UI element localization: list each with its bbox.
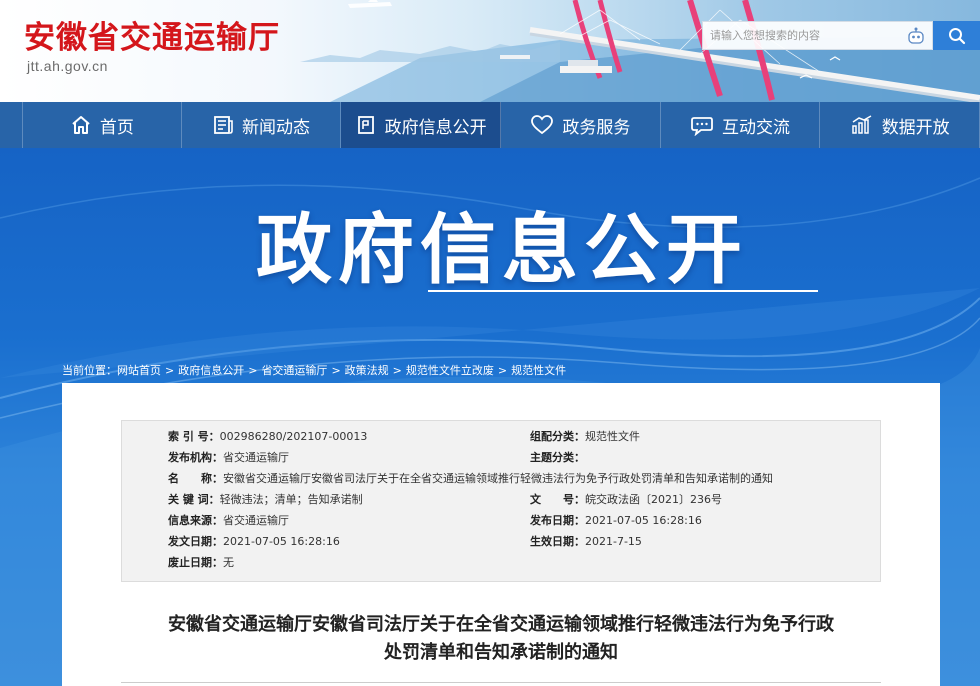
- meta-index: 索 引 号：002986280/202107-00013: [168, 428, 367, 444]
- meta-category: 组配分类：规范性文件: [530, 428, 640, 444]
- chart-icon: [851, 115, 872, 134]
- meta-label: 组配分类：: [530, 430, 585, 443]
- meta-label: 主题分类：: [530, 451, 585, 464]
- search-box: [702, 21, 933, 50]
- banner-title: 政府信息公开: [256, 205, 748, 294]
- nav-item-interaction[interactable]: 互动交流: [661, 102, 821, 148]
- breadcrumb-separator: >: [165, 364, 175, 377]
- nav-item-label: 首页: [99, 117, 134, 138]
- breadcrumb: 当前位置：网站首页 > 政府信息公开 > 省交通运输厅 > 政策法规 > 规范性文件立改废 > 规范…: [62, 362, 566, 378]
- site-title[interactable]: 安徽省交通运输厅: [24, 12, 280, 57]
- nav-item-home[interactable]: 首页: [22, 102, 182, 148]
- news-icon: [214, 116, 233, 134]
- nav-item-gov-info[interactable]: 政府信息公开: [341, 102, 502, 148]
- meta-label: 生效日期：: [530, 535, 585, 548]
- nav-item-news[interactable]: 新闻动态: [182, 102, 342, 148]
- meta-value: 规范性文件: [585, 430, 640, 443]
- meta-value: 002986280/202107-00013: [219, 430, 368, 443]
- meta-effective: 生效日期：2021-7-15: [530, 533, 642, 549]
- document-title-line: 安徽省交通运输厅安徽省司法厅关于在全省交通运输领域推行轻微违法行为免予行政: [168, 614, 834, 635]
- meta-value: 轻微违法；清单；告知承诺制: [219, 493, 363, 506]
- breadcrumb-prefix: 当前位置：: [62, 364, 117, 377]
- meta-issuedate: 发文日期：2021-07-05 16:28:16: [168, 533, 340, 549]
- breadcrumb-item-gov-info[interactable]: 政府信息公开: [178, 364, 244, 377]
- nav-item-label: 政务服务: [562, 117, 631, 138]
- meta-topic: 主题分类：: [530, 449, 585, 465]
- nav-item-label: 新闻动态: [242, 117, 310, 138]
- breadcrumb-separator: >: [392, 364, 402, 377]
- meta-label: 发文日期：: [168, 535, 223, 548]
- meta-value: 安徽省交通运输厅安徽省司法厅关于在全省交通运输领域推行轻微违法行为免予行政处罚清…: [223, 472, 773, 485]
- breadcrumb-separator: >: [497, 364, 508, 377]
- nav-item-label: 政府信息公开: [384, 117, 487, 138]
- meta-label: 关 键 词：: [168, 493, 220, 506]
- meta-label: 信息来源：: [168, 514, 223, 527]
- meta-publisher: 发布机构：省交通运输厅: [168, 449, 289, 465]
- meta-value: 省交通运输厅: [223, 514, 289, 527]
- site-url: jtt.ah.gov.cn: [27, 58, 108, 74]
- meta-source: 信息来源：省交通运输厅: [168, 512, 289, 528]
- meta-value: 省交通运输厅: [223, 451, 289, 464]
- meta-value: 2021-7-15: [585, 535, 642, 548]
- meta-keywords: 关 键 词：轻微违法；清单；告知承诺制: [168, 491, 363, 507]
- meta-label: 索 引 号：: [168, 430, 220, 443]
- meta-label: 发布日期：: [530, 514, 585, 527]
- breadcrumb-item-normative-revisions[interactable]: 规范性文件立改废: [406, 364, 494, 377]
- heart-icon: [531, 115, 554, 135]
- home-icon: [72, 116, 90, 134]
- banner-underline: [428, 290, 818, 292]
- nav-item-services[interactable]: 政务服务: [501, 102, 661, 148]
- meta-value: 无: [223, 556, 234, 569]
- document-icon: [357, 116, 374, 134]
- main-nav: 首页 新闻动态 政府信息公开 政务服务 互动交流 数据开放: [0, 102, 980, 148]
- document-title-line: 处罚清单和告知承诺制的通知: [384, 642, 618, 663]
- meta-value: 2021-07-05 16:28:16: [223, 535, 340, 548]
- meta-docno: 文 号：皖交政法函〔2021〕236号: [530, 491, 722, 507]
- nav-item-label: 数据开放: [881, 117, 950, 138]
- meta-pubdate: 发布日期：2021-07-05 16:28:16: [530, 512, 702, 528]
- search-icon: [948, 27, 965, 44]
- meta-expire: 废止日期：无: [168, 554, 234, 570]
- breadcrumb-separator: >: [248, 364, 258, 377]
- robot-assistant-icon[interactable]: [906, 26, 926, 46]
- meta-label: 废止日期：: [168, 556, 223, 569]
- breadcrumb-item-home[interactable]: 网站首页: [117, 364, 161, 377]
- meta-value: 2021-07-05 16:28:16: [585, 514, 702, 527]
- meta-label: 名 称：: [168, 472, 223, 485]
- nav-item-open-data[interactable]: 数据开放: [820, 102, 980, 148]
- document-title: 安徽省交通运输厅安徽省司法厅关于在全省交通运输领域推行轻微违法行为免予行政 处罚…: [62, 611, 940, 667]
- chat-icon: [691, 117, 713, 136]
- nav-item-label: 互动交流: [722, 117, 791, 138]
- search-button[interactable]: [933, 21, 980, 50]
- meta-value: 皖交政法函〔2021〕236号: [585, 493, 722, 506]
- breadcrumb-separator: >: [331, 364, 341, 377]
- title-divider: [121, 682, 881, 683]
- search-input[interactable]: [703, 22, 899, 49]
- breadcrumb-item-department[interactable]: 省交通运输厅: [261, 364, 327, 377]
- breadcrumb-item-normative-docs[interactable]: 规范性文件: [511, 364, 566, 377]
- document-metadata-box: 索 引 号：002986280/202107-00013 组配分类：规范性文件 …: [121, 420, 881, 582]
- meta-label: 发布机构：: [168, 451, 223, 464]
- breadcrumb-item-policy[interactable]: 政策法规: [345, 364, 389, 377]
- meta-label: 文 号：: [530, 493, 585, 506]
- content-panel: 索 引 号：002986280/202107-00013 组配分类：规范性文件 …: [62, 383, 940, 686]
- meta-name: 名 称：安徽省交通运输厅安徽省司法厅关于在全省交通运输领域推行轻微违法行为免予行…: [168, 470, 773, 486]
- site-header: 安徽省交通运输厅 jtt.ah.gov.cn: [0, 0, 980, 102]
